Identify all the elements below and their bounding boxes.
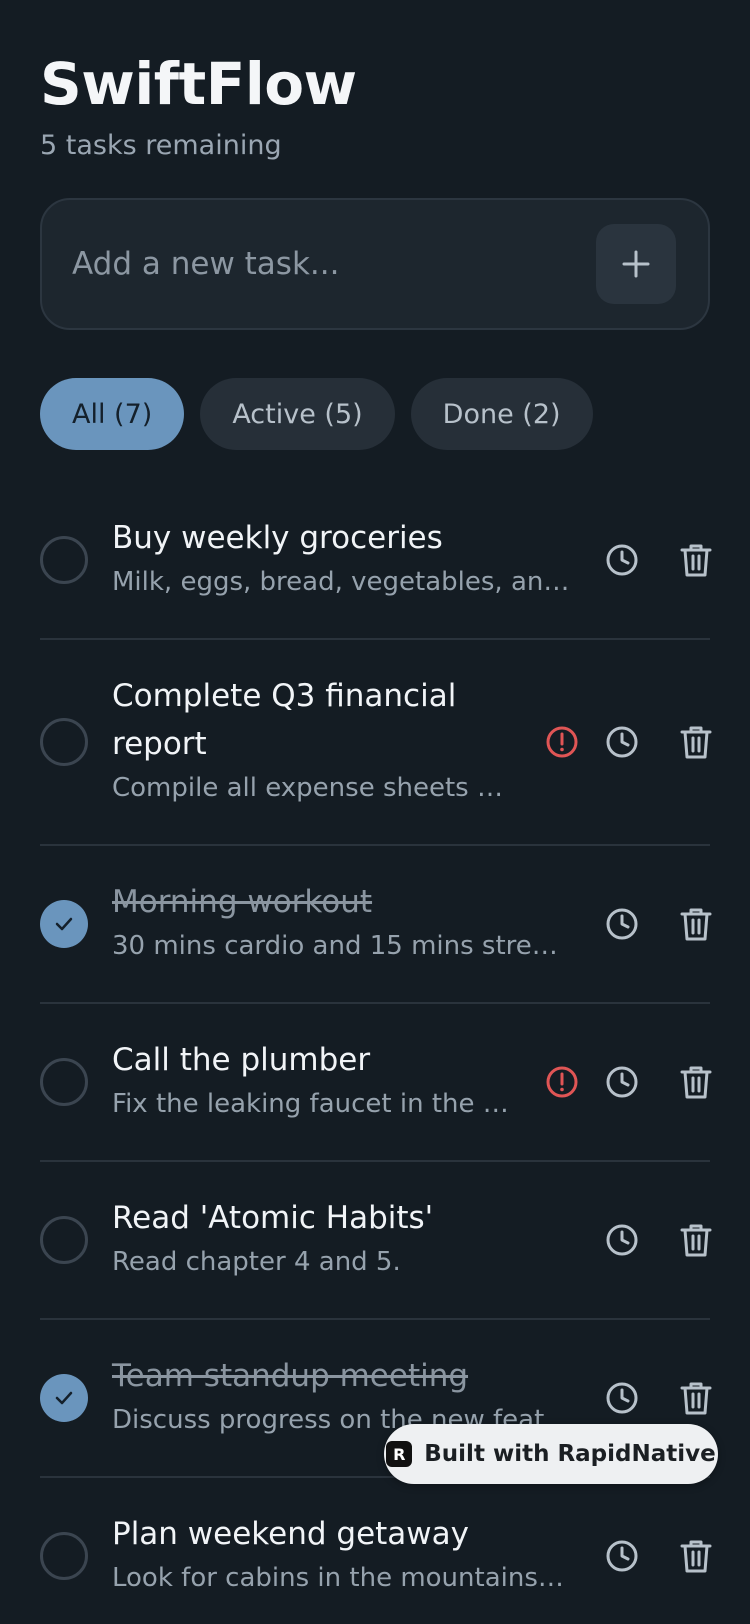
badge-label: Built with RapidNative — [424, 1441, 716, 1467]
add-task-button[interactable] — [596, 224, 676, 304]
priority-indicator — [540, 1060, 584, 1104]
task-title: Team standup meeting — [112, 1358, 469, 1394]
task-text: Morning workout 30 mins cardio and 15 mi… — [112, 878, 572, 966]
schedule-button[interactable] — [600, 720, 644, 764]
task-description: Milk, eggs, bread, vegetables, and fruit… — [112, 567, 572, 597]
clock-icon — [606, 1224, 638, 1256]
task-checkbox[interactable] — [40, 536, 88, 584]
task-checkbox-checked[interactable] — [40, 1374, 88, 1422]
task-description: Read chapter 4 and 5. — [112, 1247, 401, 1277]
task-row: Buy weekly groceries Milk, eggs, bread, … — [40, 482, 712, 640]
trash-icon — [680, 726, 712, 759]
task-title: Buy weekly groceries — [112, 520, 443, 556]
tab-active[interactable]: Active (5) — [200, 378, 395, 450]
task-checkbox[interactable] — [40, 1532, 88, 1580]
trash-icon — [680, 1540, 712, 1573]
task-title: Call the plumber — [112, 1042, 371, 1078]
add-task-bar — [40, 198, 710, 330]
task-title: Morning workout — [112, 884, 373, 920]
task-checkbox[interactable] — [40, 1058, 88, 1106]
delete-button[interactable] — [674, 1060, 718, 1104]
tab-done[interactable]: Done (2) — [410, 378, 593, 450]
alert-icon — [546, 726, 578, 758]
app-title: SwiftFlow — [40, 50, 357, 118]
task-checkbox[interactable] — [40, 718, 88, 766]
task-checkbox[interactable] — [40, 1216, 88, 1264]
checkmark-icon — [55, 917, 73, 931]
task-description: Fix the leaking faucet in the kitchen. — [112, 1089, 512, 1119]
built-with-badge[interactable]: R Built with RapidNative — [384, 1424, 718, 1484]
rapidnative-logo-icon: R — [386, 1441, 413, 1467]
trash-icon — [680, 1382, 712, 1415]
tasks-remaining-count: 5 tasks remaining — [40, 130, 282, 161]
task-text: Call the plumber Fix the leaking faucet … — [112, 1036, 572, 1124]
task-title: Complete Q3 financial report — [112, 678, 457, 762]
delete-button[interactable] — [674, 538, 718, 582]
schedule-button[interactable] — [600, 1534, 644, 1578]
filter-tabs: All (7) Active (5) Done (2) — [40, 378, 593, 450]
task-text: Read 'Atomic Habits' Read chapter 4 and … — [112, 1194, 572, 1282]
delete-button[interactable] — [674, 1376, 718, 1420]
plus-icon — [622, 250, 650, 278]
schedule-button[interactable] — [600, 1060, 644, 1104]
trash-icon — [680, 1224, 712, 1257]
task-text: Complete Q3 financial report Compile all… — [112, 672, 572, 808]
task-row: Read 'Atomic Habits' Read chapter 4 and … — [40, 1162, 712, 1320]
schedule-button[interactable] — [600, 538, 644, 582]
task-row: Complete Q3 financial report Compile all… — [40, 640, 712, 846]
delete-button[interactable] — [674, 1534, 718, 1578]
clock-icon — [606, 908, 638, 940]
task-row: Morning workout 30 mins cardio and 15 mi… — [40, 846, 712, 1004]
schedule-button[interactable] — [600, 1218, 644, 1262]
task-description: Compile all expense sheets and revenue d… — [112, 773, 512, 803]
trash-icon — [680, 908, 712, 941]
delete-button[interactable] — [674, 1218, 718, 1262]
task-description: Look for cabins in the mountains nearby. — [112, 1563, 572, 1593]
task-checkbox-checked[interactable] — [40, 900, 88, 948]
schedule-button[interactable] — [600, 902, 644, 946]
task-title: Plan weekend getaway — [112, 1516, 469, 1552]
task-row: Plan weekend getaway Look for cabins in … — [40, 1478, 712, 1624]
schedule-button[interactable] — [600, 1376, 644, 1420]
app-screen: SwiftFlow 5 tasks remaining All (7) Acti… — [0, 0, 750, 1624]
clock-icon — [606, 1066, 638, 1098]
priority-indicator — [540, 720, 584, 764]
new-task-input[interactable] — [72, 236, 552, 292]
delete-button[interactable] — [674, 902, 718, 946]
alert-icon — [546, 1066, 578, 1098]
checkmark-icon — [55, 1391, 73, 1405]
task-text: Buy weekly groceries Milk, eggs, bread, … — [112, 514, 572, 602]
clock-icon — [606, 1540, 638, 1572]
task-row: Call the plumber Fix the leaking faucet … — [40, 1004, 712, 1162]
clock-icon — [606, 726, 638, 758]
trash-icon — [680, 544, 712, 577]
task-text: Plan weekend getaway Look for cabins in … — [112, 1510, 572, 1598]
delete-button[interactable] — [674, 720, 718, 764]
clock-icon — [606, 544, 638, 576]
trash-icon — [680, 1066, 712, 1099]
clock-icon — [606, 1382, 638, 1414]
task-description: 30 mins cardio and 15 mins strength trai… — [112, 931, 572, 961]
tab-all[interactable]: All (7) — [40, 378, 185, 450]
task-title: Read 'Atomic Habits' — [112, 1200, 434, 1236]
